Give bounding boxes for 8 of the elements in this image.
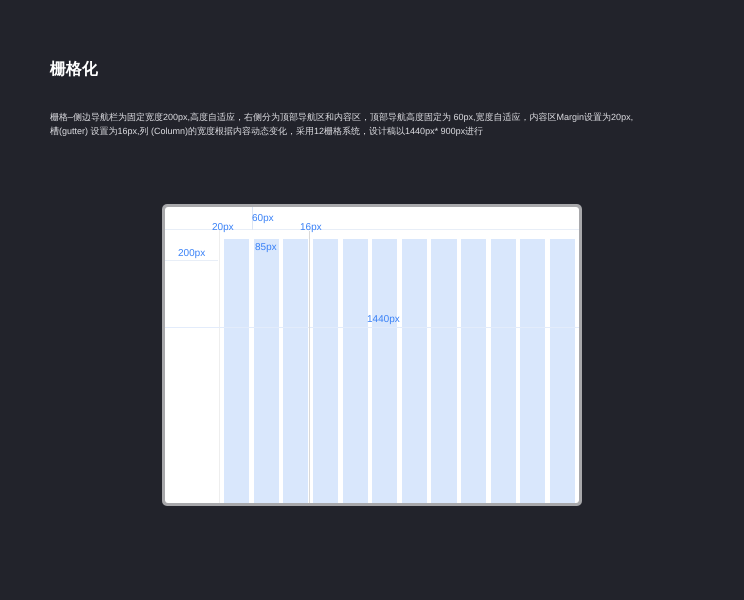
margin-label: 20px bbox=[212, 223, 234, 233]
description-text: 栅格–侧边导航栏为固定宽度200px,高度自适应，右侧分为顶部导航区和内容区，顶部导航高度固定为 60px,宽度自适应，内容区Margin设置为20px, 槽(gutter) 设置为16px,列 (Column)的宽度根据内容动态变化，采用12栅格系统，设计稿以1440px* 900px进行 bbox=[50, 111, 634, 138]
page-title: 栅格化 bbox=[50, 60, 99, 80]
sidebar-width-label: 200px bbox=[178, 249, 206, 259]
page-width-label: 1440px bbox=[367, 315, 400, 325]
gutter-label: 16px bbox=[300, 223, 322, 233]
column-width-label: 85px bbox=[255, 243, 277, 253]
header-height-label: 60px bbox=[252, 214, 274, 224]
